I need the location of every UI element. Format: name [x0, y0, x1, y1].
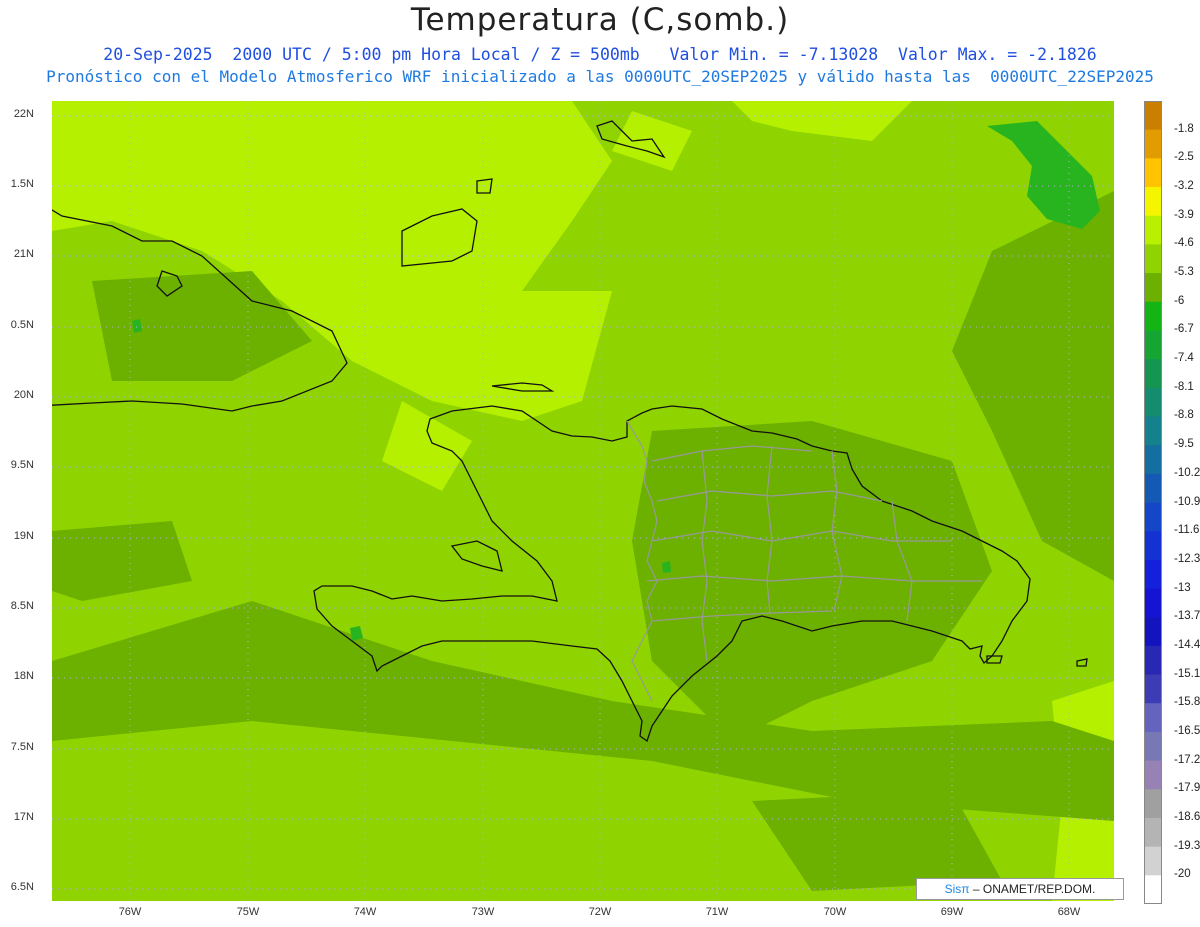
colorbar-label: -19.3	[1174, 839, 1200, 852]
colorbar-label: -6	[1174, 294, 1185, 307]
lat-label: 6.5N	[10, 881, 34, 893]
lon-label: 71W	[705, 906, 729, 918]
colorbar-swatch	[1144, 387, 1162, 417]
colorbar-swatch	[1144, 301, 1162, 331]
colorbar-swatch	[1144, 875, 1162, 904]
colorbar-label: -15.1	[1174, 667, 1200, 680]
colorbar-label: -2.5	[1174, 151, 1194, 164]
colorbar-swatch	[1144, 187, 1162, 217]
colorbar-label: -13	[1174, 581, 1191, 594]
colorbar-swatch	[1144, 674, 1162, 704]
colorbar-swatch	[1144, 158, 1162, 188]
colorbar-swatch	[1144, 817, 1162, 848]
colorbar-swatch	[1144, 559, 1162, 590]
lon-label: 69W	[940, 906, 964, 918]
colorbar-label: -15.8	[1174, 696, 1200, 709]
lat-label: 17N	[13, 811, 34, 823]
colorbar-swatch	[1144, 359, 1162, 389]
colorbar-label: -14.4	[1174, 638, 1200, 651]
colorbar-swatch	[1144, 731, 1162, 762]
colorbar-swatch	[1144, 445, 1162, 475]
colorbar-label: -3.2	[1174, 180, 1194, 193]
colorbar-label: -16.5	[1174, 724, 1200, 737]
lon-label: 73W	[471, 906, 495, 918]
colorbar-swatch	[1144, 531, 1162, 561]
lat-label: 20N	[13, 389, 34, 401]
lat-label: 18N	[13, 670, 34, 682]
lat-label: 22N	[13, 108, 34, 120]
colorbar-label: -10.9	[1174, 495, 1200, 508]
lon-label: 76W	[118, 906, 142, 918]
lon-label: 70W	[823, 906, 847, 918]
chart-title: Temperatura (C,somb.)	[410, 2, 790, 38]
colorbar-label: -13.7	[1174, 610, 1200, 623]
colorbar-label: -17.2	[1174, 753, 1200, 766]
lon-label: 74W	[353, 906, 377, 918]
colorbar-swatch	[1144, 473, 1162, 503]
colorbar-label: -3.9	[1174, 208, 1194, 221]
colorbar-label: -12.3	[1174, 552, 1200, 565]
colorbar-swatch	[1144, 789, 1162, 819]
lon-label: 72W	[588, 906, 612, 918]
colorbar-label: -7.4	[1174, 352, 1194, 365]
lat-label: 19N	[13, 530, 34, 542]
lat-label: 9.5N	[10, 459, 34, 471]
lat-label: 1.5N	[10, 178, 34, 190]
colorbar-swatch	[1144, 617, 1162, 647]
colorbar-label: -8.8	[1174, 409, 1194, 422]
colorbar-swatch	[1144, 703, 1162, 733]
colorbar-label: -4.6	[1174, 237, 1194, 250]
colorbar-swatch	[1144, 846, 1162, 876]
colorbar-swatch	[1144, 502, 1162, 532]
colorbar-label: -1.8	[1174, 122, 1194, 135]
subtitle-model-info: Pronóstico con el Modelo Atmosferico WRF…	[46, 67, 1154, 86]
colorbar-swatch	[1144, 129, 1162, 159]
subtitle-date-info: 20-Sep-2025 2000 UTC / 5:00 pm Hora Loca…	[103, 45, 1097, 64]
colorbar-label: -8.1	[1174, 380, 1194, 393]
colorbar-swatch	[1144, 101, 1162, 131]
colorbar-swatch	[1144, 645, 1162, 676]
colorbar-label: -17.9	[1174, 782, 1200, 795]
colorbar-swatch	[1144, 416, 1162, 446]
colorbar-swatch	[1144, 588, 1162, 618]
lat-label: 7.5N	[10, 741, 34, 753]
colorbar-swatch	[1144, 760, 1162, 790]
colorbar-label: -5.3	[1174, 266, 1194, 279]
colorbar-swatch	[1144, 215, 1162, 245]
lon-label: 68W	[1057, 906, 1081, 918]
colorbar-label: -9.5	[1174, 438, 1194, 451]
colorbar-label: -6.7	[1174, 323, 1194, 336]
lat-label: 0.5N	[10, 319, 34, 331]
colorbar-label: -20	[1174, 868, 1191, 881]
colorbar-swatch	[1144, 330, 1162, 360]
colorbar-label: -18.6	[1174, 810, 1200, 823]
colorbar-label: -11.6	[1174, 524, 1200, 537]
lat-label: 8.5N	[10, 600, 34, 612]
colorbar	[1144, 101, 1162, 904]
lat-label: 21N	[13, 248, 34, 260]
temperature-map	[52, 101, 1114, 901]
credit-text: – ONAMET/REP.DOM.	[972, 882, 1096, 896]
lon-label: 75W	[236, 906, 260, 918]
colorbar-label: -10.2	[1174, 466, 1200, 479]
credit-box: Sisπ – ONAMET/REP.DOM.	[916, 878, 1124, 900]
colorbar-swatch	[1144, 273, 1162, 303]
credit-brand: Sisπ	[944, 882, 970, 896]
colorbar-swatch	[1144, 244, 1162, 274]
